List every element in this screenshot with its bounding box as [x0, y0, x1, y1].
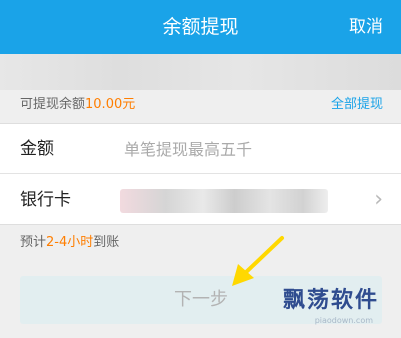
- balance-value: 10.00元: [85, 97, 136, 112]
- chevron-right-icon: ›: [374, 187, 383, 212]
- eta-highlight: 2-4小时: [46, 235, 94, 250]
- amount-row: 金额: [0, 124, 401, 174]
- bank-card-row[interactable]: 银行卡 ›: [0, 175, 401, 225]
- withdraw-all-link[interactable]: 全部提现: [331, 90, 383, 120]
- amount-label: 金额: [20, 139, 54, 159]
- available-balance: 可提现余额10.00元: [20, 90, 135, 120]
- eta-suffix: 到账: [93, 235, 120, 250]
- page-title: 余额提现: [162, 16, 239, 38]
- bank-card-label: 银行卡: [20, 190, 71, 210]
- blurred-banner: [0, 54, 401, 90]
- arrival-estimate: 预计2-4小时到账: [20, 233, 119, 253]
- balance-label: 可提现余额: [20, 97, 86, 112]
- bank-card-number-blurred: [120, 189, 328, 213]
- watermark-logo: 飘荡软件: [282, 288, 379, 313]
- eta-prefix: 预计: [20, 235, 47, 250]
- cancel-button[interactable]: 取消: [349, 0, 383, 54]
- arrow-icon: [232, 236, 284, 286]
- header-bar: 余额提现 取消: [0, 0, 401, 54]
- withdraw-form: 金额 银行卡 ›: [0, 123, 401, 225]
- amount-input[interactable]: [124, 136, 374, 162]
- watermark-url: piaodown.com: [314, 316, 373, 325]
- balance-row: 可提现余额10.00元 全部提现: [0, 90, 401, 120]
